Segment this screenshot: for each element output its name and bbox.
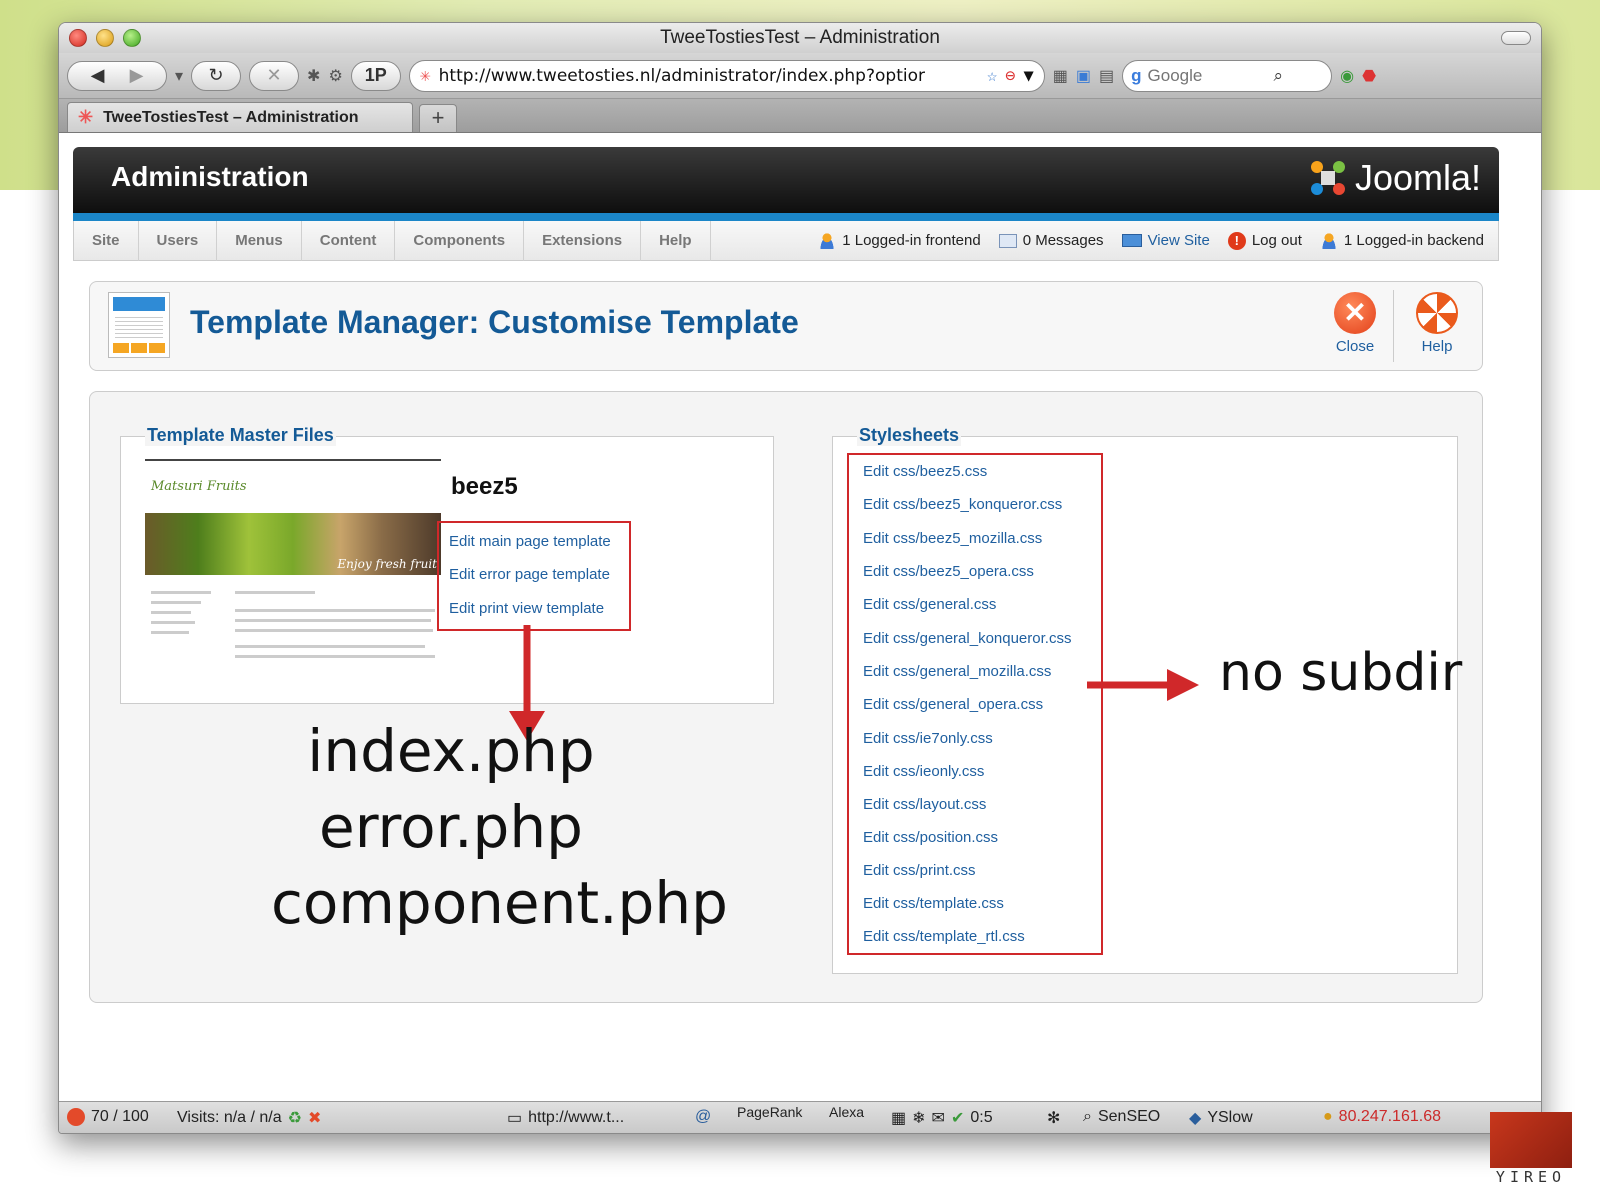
yslow-label: YSlow <box>1207 1109 1253 1126</box>
window-title: TweeTostiesTest – Administration <box>660 27 940 48</box>
right-arrow <box>1087 669 1199 701</box>
reload-icon: ↻ <box>208 65 224 85</box>
stumbleupon-icon[interactable]: ◉ <box>1340 66 1354 86</box>
magnifier-icon: ⌕ <box>1083 1108 1092 1125</box>
status-tools: ▦ ❄ ✉ ✔ 0:5 <box>891 1108 993 1128</box>
bookmark-star-icon[interactable]: ☆ <box>987 66 997 86</box>
snowflake-icon[interactable]: ❄ <box>912 1108 925 1128</box>
screen-icon[interactable]: ▭ <box>507 1108 522 1128</box>
visits-label: Visits: n/a / n/a <box>177 1109 282 1126</box>
address-bar[interactable]: ✳ http://www.tweetosties.nl/administrato… <box>408 59 1045 92</box>
seo-score[interactable]: 70 / 100 <box>67 1108 149 1126</box>
search-box[interactable]: g ⌕ <box>1122 59 1333 92</box>
adblock-icon[interactable]: ⬣ <box>1362 66 1376 86</box>
url-dropdown-icon[interactable]: ▼ <box>1024 66 1034 86</box>
window-controls <box>69 29 141 47</box>
visits: Visits: n/a / n/a ♻ ✖ <box>177 1108 321 1128</box>
stop-button[interactable]: ✕ <box>249 60 300 91</box>
alert-icon <box>67 1108 85 1126</box>
senseo-label: SenSEO <box>1097 1108 1161 1125</box>
bug-icon[interactable]: ✻ <box>1047 1108 1060 1128</box>
gear-icon[interactable]: ⚙ <box>328 66 342 86</box>
yslow[interactable]: ◆ YSlow <box>1189 1108 1253 1128</box>
close-window-button[interactable] <box>69 29 87 47</box>
forward-arrow-icon[interactable]: ▶ <box>130 65 144 86</box>
yireo-logo: YIREO <box>1490 1112 1572 1188</box>
reload-button[interactable]: ↻ <box>191 60 242 91</box>
joomla-favicon-icon: ✳ <box>78 107 94 127</box>
browser-window: TweeTostiesTest – Administration ◀ ▶ ▾ ↻… <box>58 22 1542 1134</box>
back-forward-buttons: ◀ ▶ <box>67 60 167 91</box>
annotation-component-php: component.php <box>271 869 728 937</box>
pagerank-label: PageRank <box>737 1104 803 1120</box>
alexa-label: Alexa <box>829 1104 865 1120</box>
yireo-logo-text: YIREO <box>1495 1168 1567 1186</box>
tab-administration[interactable]: ✳ TweeTostiesTest – Administration <box>67 102 413 132</box>
search-icon[interactable]: ⌕ <box>1274 66 1284 86</box>
window-icon[interactable]: ▣ <box>1076 66 1091 86</box>
joomla-favicon-icon: ✳ <box>419 65 431 86</box>
mail-icon[interactable]: ✉ <box>932 1108 945 1128</box>
block-icon[interactable]: ⊖ <box>1005 66 1015 86</box>
yireo-logo-mark <box>1490 1112 1572 1168</box>
stop-icon: ✕ <box>266 65 282 85</box>
window-titlebar: TweeTostiesTest – Administration <box>59 23 1541 53</box>
zoom-window-button[interactable] <box>123 29 141 47</box>
status-url: ▭ http://www.t... <box>507 1108 624 1128</box>
addon-icon[interactable]: ✱ <box>307 66 320 86</box>
minimize-window-button[interactable] <box>96 29 114 47</box>
grid-icon[interactable]: ▦ <box>1053 66 1068 86</box>
seo-score-label: 70 / 100 <box>91 1108 149 1125</box>
check-icon[interactable]: ✔ <box>951 1108 964 1128</box>
annotation-index-php: index.php <box>307 717 595 785</box>
back-arrow-icon[interactable]: ◀ <box>91 65 105 86</box>
browser-statusbar: 70 / 100 Visits: n/a / n/a ♻ ✖ ▭ http://www… <box>59 1101 1541 1133</box>
recycle-icon[interactable]: ♻ <box>288 1108 302 1128</box>
no-subdir-annotation: no subdir <box>1219 643 1463 703</box>
search-input[interactable] <box>1147 65 1268 86</box>
ip-address: ● 80.247.161.68 <box>1323 1108 1441 1126</box>
grid-icon[interactable]: ▦ <box>891 1108 906 1128</box>
ratio-label: 0:5 <box>970 1109 993 1126</box>
toolbar-toggle-button[interactable] <box>1501 31 1531 45</box>
status-url-label: http://www.t... <box>528 1109 625 1126</box>
google-icon[interactable]: g <box>1131 66 1141 86</box>
at-icon[interactable]: @ <box>695 1108 711 1126</box>
history-dropdown-icon[interactable]: ▾ <box>175 66 183 86</box>
globe-icon[interactable]: ● <box>1323 1108 1333 1126</box>
tab-title: TweeTostiesTest – Administration <box>103 108 359 126</box>
alexa[interactable]: Alexa <box>829 1104 864 1120</box>
pagerank[interactable]: PageRank <box>737 1104 802 1120</box>
annotation-error-php: error.php <box>319 793 583 861</box>
onepassword-button[interactable]: 1P <box>350 60 401 91</box>
senseo[interactable]: ⌕ SenSEO <box>1083 1108 1160 1126</box>
ip-label: 80.247.161.68 <box>1338 1108 1441 1125</box>
yslow-icon: ◆ <box>1189 1110 1202 1127</box>
briefcase-icon[interactable]: ▤ <box>1099 66 1114 86</box>
tab-bar: ✳ TweeTostiesTest – Administration + <box>59 99 1541 133</box>
page-content: Administration Joomla! Site Users Menus … <box>59 133 1541 1081</box>
url-text[interactable]: http://www.tweetosties.nl/administrator/… <box>439 66 979 86</box>
close-red-icon[interactable]: ✖ <box>308 1108 321 1128</box>
template-files-annotation: index.php error.php component.php <box>271 713 728 941</box>
browser-navbar: ◀ ▶ ▾ ↻ ✕ ✱ ⚙ 1P ✳ http://www.tweetostie… <box>59 53 1541 99</box>
new-tab-button[interactable]: + <box>419 104 457 132</box>
onepassword-label: 1P <box>364 65 387 85</box>
